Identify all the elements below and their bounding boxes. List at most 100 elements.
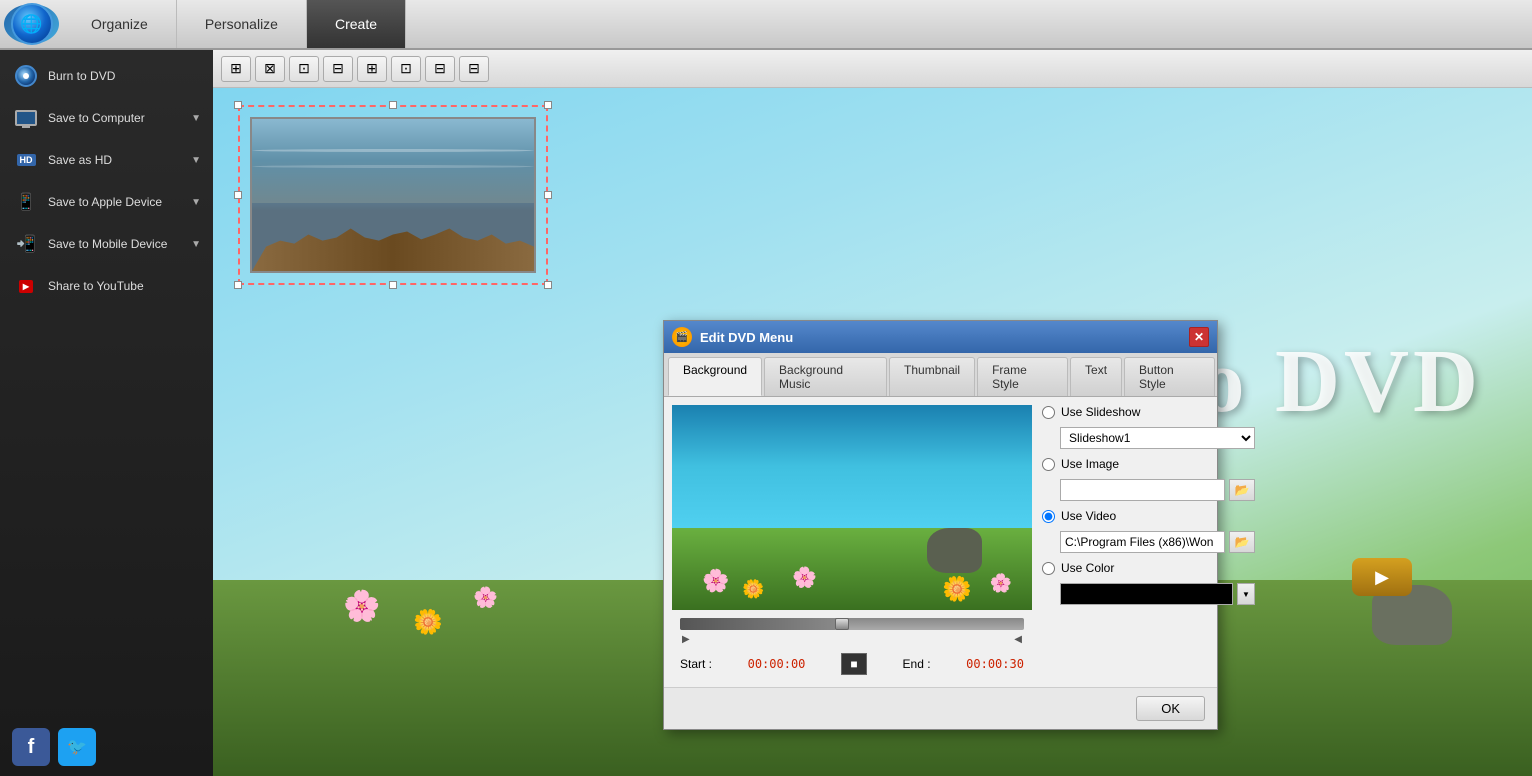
use-image-label[interactable]: Use Image (1061, 457, 1119, 471)
sidebar-item-share-youtube[interactable]: ▶ Share to YouTube (0, 265, 213, 307)
tab-personalize[interactable]: Personalize (177, 0, 307, 48)
seek-end-arrow[interactable]: ◀ (1014, 634, 1022, 645)
tab-background[interactable]: Background (668, 357, 762, 396)
twitter-button[interactable]: 🐦 (58, 728, 96, 766)
distribute-v-button[interactable]: ⊟ (459, 56, 489, 82)
facebook-icon: f (28, 736, 35, 759)
use-slideshow-label[interactable]: Use Slideshow (1061, 405, 1140, 419)
twitter-icon: 🐦 (67, 737, 87, 757)
sidebar-item-share-youtube-label: Share to YouTube (48, 279, 201, 293)
image-file-row: 📂 (1060, 479, 1255, 501)
align-center-h-button[interactable]: ⊠ (255, 56, 285, 82)
sidebar-item-save-mobile[interactable]: 📲 Save to Mobile Device ▼ (0, 223, 213, 265)
apple-icon: 📱 (12, 191, 40, 213)
flower-decoration2: 🌼 (413, 608, 443, 637)
video-flower4: 🌼 (942, 575, 972, 604)
dialog-titlebar: 🎬 Edit DVD Menu ✕ (664, 321, 1217, 353)
sidebar-item-burn-dvd[interactable]: Burn to DVD (0, 55, 213, 97)
use-color-label[interactable]: Use Color (1061, 561, 1114, 575)
tab-background-music[interactable]: Background Music (764, 357, 887, 396)
use-video-label[interactable]: Use Video (1061, 509, 1116, 523)
tab-text[interactable]: Text (1070, 357, 1122, 396)
top-navigation: 🌐 Organize Personalize Create (0, 0, 1532, 50)
use-image-radio[interactable] (1042, 458, 1055, 471)
resize-handle-tr[interactable] (544, 101, 552, 109)
use-video-row: Use Video (1042, 509, 1255, 523)
facebook-button[interactable]: f (12, 728, 50, 766)
resize-handle-bl[interactable] (234, 281, 242, 289)
align-left-button[interactable]: ⊞ (221, 56, 251, 82)
video-path-input[interactable] (1060, 531, 1225, 553)
seek-bar-track[interactable] (680, 618, 1024, 630)
tab-frame-style[interactable]: Frame Style (977, 357, 1068, 396)
dialog-content: 🌸 🌼 🌸 🌼 🌸 (664, 397, 1217, 687)
main-layout: Burn to DVD Save to Computer ▼ HD Save a… (0, 50, 1532, 776)
social-icons-area: f 🐦 (0, 718, 213, 776)
video-rock (927, 528, 982, 573)
toolbar: ⊞ ⊠ ⊡ ⊟ ⊞ ⊡ ⊟ ⊟ (213, 50, 1532, 88)
align-right-button[interactable]: ⊡ (289, 56, 319, 82)
youtube-icon: ▶ (12, 275, 40, 297)
start-time: 00:00:00 (748, 657, 806, 671)
sidebar-item-save-apple[interactable]: 📱 Save to Apple Device ▼ (0, 181, 213, 223)
color-dropdown-button[interactable]: ▼ (1237, 583, 1255, 605)
video-flower3: 🌸 (792, 565, 817, 590)
ok-button[interactable]: OK (1136, 696, 1205, 721)
start-label: Start : (680, 657, 712, 671)
tab-button-style[interactable]: Button Style (1124, 357, 1215, 396)
arrow-icon: ▼ (191, 113, 201, 124)
color-box[interactable] (1060, 583, 1233, 605)
video-flower1: 🌸 (702, 568, 729, 594)
align-bottom-button[interactable]: ⊡ (391, 56, 421, 82)
mobile-icon: 📲 (12, 233, 40, 255)
align-middle-button[interactable]: ⊞ (357, 56, 387, 82)
edit-dvd-menu-dialog: 🎬 Edit DVD Menu ✕ Background Background … (663, 320, 1218, 730)
arrow-icon: ▼ (191, 155, 201, 166)
dialog-tabs: Background Background Music Thumbnail Fr… (664, 353, 1217, 397)
use-video-radio[interactable] (1042, 510, 1055, 523)
sidebar-item-save-computer[interactable]: Save to Computer ▼ (0, 97, 213, 139)
arrow-icon: ▼ (191, 197, 201, 208)
video-flower2: 🌼 (742, 579, 764, 600)
resize-handle-mr[interactable] (544, 191, 552, 199)
dialog-close-button[interactable]: ✕ (1189, 327, 1209, 347)
image-path-input[interactable] (1060, 479, 1225, 501)
stop-button[interactable] (841, 653, 867, 675)
slideshow-dropdown-row: Slideshow1 (1060, 427, 1255, 449)
resize-handle-tl[interactable] (234, 101, 242, 109)
dialog-footer: OK (664, 687, 1217, 729)
video-browse-button[interactable]: 📂 (1229, 531, 1255, 553)
play-button[interactable] (1352, 558, 1412, 596)
sidebar-item-save-hd-label: Save as HD (48, 153, 191, 167)
preview-container[interactable] (238, 105, 548, 285)
slideshow-select[interactable]: Slideshow1 (1060, 427, 1255, 449)
controls-panel: Use Slideshow Slideshow1 Use Image 📂 (1042, 405, 1255, 679)
sidebar-item-save-hd[interactable]: HD Save as HD ▼ (0, 139, 213, 181)
play-button-area (1352, 558, 1412, 596)
seek-area: ▶ ◀ (672, 614, 1032, 645)
align-top-button[interactable]: ⊟ (323, 56, 353, 82)
tab-create[interactable]: Create (307, 0, 406, 48)
seek-arrows: ▶ ◀ (680, 634, 1024, 645)
seek-start-arrow[interactable]: ▶ (682, 634, 690, 645)
use-image-row: Use Image (1042, 457, 1255, 471)
resize-handle-bm[interactable] (389, 281, 397, 289)
use-color-radio[interactable] (1042, 562, 1055, 575)
resize-handle-ml[interactable] (234, 191, 242, 199)
time-row: Start : 00:00:00 End : 00:00:30 (672, 649, 1032, 679)
preview-image (250, 117, 536, 273)
tab-thumbnail[interactable]: Thumbnail (889, 357, 975, 396)
video-preview: 🌸 🌼 🌸 🌼 🌸 (672, 405, 1032, 610)
dialog-icon: 🎬 (672, 327, 692, 347)
video-file-row: 📂 (1060, 531, 1255, 553)
seek-bar-thumb[interactable] (835, 618, 849, 630)
distribute-h-button[interactable]: ⊟ (425, 56, 455, 82)
sidebar: Burn to DVD Save to Computer ▼ HD Save a… (0, 50, 213, 776)
resize-handle-br[interactable] (544, 281, 552, 289)
use-slideshow-radio[interactable] (1042, 406, 1055, 419)
resize-handle-tm[interactable] (389, 101, 397, 109)
hd-icon: HD (12, 149, 40, 171)
image-browse-button[interactable]: 📂 (1229, 479, 1255, 501)
canvas-area: ⊞ ⊠ ⊡ ⊟ ⊞ ⊡ ⊟ ⊟ 🌸 🌼 🌸 (213, 50, 1532, 776)
tab-organize[interactable]: Organize (63, 0, 177, 48)
